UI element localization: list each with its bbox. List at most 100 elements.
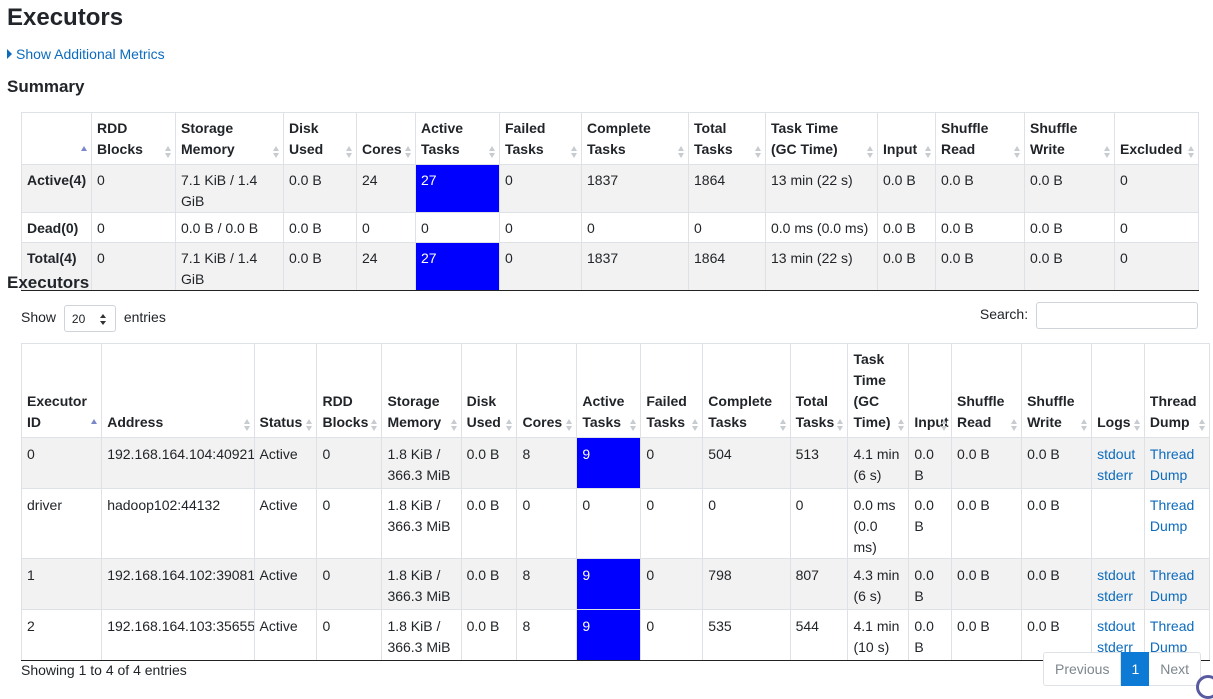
sort-icon	[1133, 419, 1141, 431]
executor-cell-storage-memory: 1.8 KiB / 366.3 MiB	[381, 558, 462, 610]
summary-cell-shuffle-write: 0.0 B	[1024, 242, 1115, 291]
assistant-icon[interactable]	[1196, 675, 1213, 699]
summary-cell-complete-tasks: 1837	[581, 164, 689, 213]
summary-header-task-time-gc-time[interactable]: Task Time (GC Time)	[765, 112, 878, 165]
executors-header-status[interactable]: Status	[253, 343, 318, 438]
executor-cell-total-tasks: 544	[789, 609, 849, 661]
executors-header-address[interactable]: Address	[101, 343, 255, 438]
summary-header-input[interactable]: Input	[877, 112, 936, 165]
sort-icon	[1199, 419, 1206, 431]
entries-label: entries	[123, 309, 166, 326]
summary-header-label: Disk Used	[289, 120, 324, 157]
executors-header-task-time-gc-time[interactable]: Task Time (GC Time)	[847, 343, 910, 438]
sort-icon	[898, 419, 905, 431]
page-title: Executors	[7, 4, 124, 31]
search-input[interactable]	[1036, 302, 1198, 329]
executor-cell-id: 2	[20, 609, 103, 661]
executors-header-total-tasks[interactable]: Total Tasks	[789, 343, 849, 438]
executor-cell-task-time: 4.1 min (6 s)	[847, 437, 910, 489]
summary-header-shuffle-read[interactable]: Shuffle Read	[935, 112, 1025, 165]
summary-cell-task-time-gc-time: 13 min (22 s)	[765, 242, 878, 291]
executors-header-thread-dump[interactable]: Thread Dump	[1143, 343, 1211, 438]
thread-dump-link[interactable]: Thread Dump	[1150, 567, 1194, 604]
executors-header-rdd-blocks[interactable]: RDD Blocks	[316, 343, 383, 438]
thread-dump-link[interactable]: Thread Dump	[1150, 446, 1194, 483]
executor-cell-input: 0.0 B	[908, 488, 953, 559]
page-size-select[interactable]: 20	[63, 305, 116, 332]
executors-header-executor-id[interactable]: Executor ID	[20, 343, 103, 438]
stdout-link[interactable]: stdout	[1097, 567, 1135, 583]
executors-header-label: Storage Memory	[387, 393, 442, 430]
summary-header-active-tasks[interactable]: Active Tasks	[415, 112, 500, 165]
stderr-link[interactable]: stderr	[1097, 588, 1133, 604]
executor-cell-rdd-blocks: 0	[316, 609, 383, 661]
executors-title: Executors	[7, 273, 90, 292]
executors-table: Executor ID Address Status RDD Blocks Storag…	[20, 343, 1211, 661]
sort-icon	[1104, 146, 1111, 158]
executor-cell-input: 0.0 B	[908, 437, 953, 489]
executors-header-label: Disk Used	[466, 393, 501, 430]
executors-header-disk-used[interactable]: Disk Used	[460, 343, 518, 438]
executors-header-input[interactable]: Input	[908, 343, 953, 438]
summary-header-disk-used[interactable]: Disk Used	[283, 112, 357, 165]
sort-icon	[273, 146, 280, 158]
summary-cell-input: 0.0 B	[877, 242, 936, 291]
page-1-button[interactable]: 1	[1121, 652, 1150, 686]
sort-icon	[450, 419, 458, 431]
stdout-link[interactable]: stdout	[1097, 618, 1135, 634]
executors-header-complete-tasks[interactable]: Complete Tasks	[702, 343, 791, 438]
executor-cell-active-tasks: 9	[576, 558, 642, 610]
summary-title: Summary	[7, 77, 85, 96]
executor-cell-complete-tasks: 504	[702, 437, 791, 489]
summary-cell-shuffle-read: 0.0 B	[935, 212, 1025, 243]
summary-header-total-tasks[interactable]: Total Tasks	[688, 112, 766, 165]
executors-header-active-tasks[interactable]: Active Tasks	[576, 343, 642, 438]
executors-header-label: Shuffle Read	[957, 393, 1005, 430]
previous-page-button[interactable]: Previous	[1043, 652, 1122, 686]
executor-cell-active-tasks: 9	[576, 609, 642, 661]
thread-dump-link[interactable]: Thread Dump	[1150, 497, 1194, 534]
executors-header-logs[interactable]: Logs	[1091, 343, 1145, 438]
next-page-button[interactable]: Next	[1149, 652, 1202, 686]
summary-header-excluded[interactable]: Excluded	[1114, 112, 1199, 165]
summary-header-shuffle-write[interactable]: Shuffle Write	[1024, 112, 1115, 165]
summary-header-rdd-blocks[interactable]: RDD Blocks	[91, 112, 176, 165]
summary-cell-cores: 0	[356, 212, 416, 243]
sort-icon	[306, 419, 313, 431]
stderr-link[interactable]: stderr	[1097, 467, 1133, 483]
executors-header-label: Address	[107, 414, 164, 430]
summary-header-storage-memory[interactable]: Storage Memory	[175, 112, 284, 165]
executor-cell-shuffle-write: 0.0 B	[1021, 558, 1093, 610]
executors-header-storage-memory[interactable]: Storage Memory	[381, 343, 462, 438]
executor-cell-id: driver	[20, 488, 103, 559]
sort-asc-icon	[81, 146, 88, 158]
executors-header-shuffle-write[interactable]: Shuffle Write	[1021, 343, 1093, 438]
executor-cell-task-time: 0.0 ms (0.0 ms)	[847, 488, 910, 559]
summary-header-label: Complete Tasks	[587, 120, 651, 157]
executor-cell-address: 192.168.164.102:39081	[101, 558, 255, 610]
stdout-link[interactable]: stdout	[1097, 446, 1135, 462]
executors-header-failed-tasks[interactable]: Failed Tasks	[640, 343, 704, 438]
summary-cell-total-tasks: 1864	[688, 164, 766, 213]
summary-header-label: Failed Tasks	[505, 120, 546, 157]
summary-cell-excluded: 0	[1114, 212, 1199, 243]
show-label: Show	[21, 309, 57, 326]
summary-header-label: RDD Blocks	[97, 120, 143, 157]
show-additional-metrics-link[interactable]: Show Additional Metrics	[7, 46, 165, 62]
summary-header-failed-tasks[interactable]: Failed Tasks	[499, 112, 582, 165]
executors-header-shuffle-read[interactable]: Shuffle Read	[951, 343, 1023, 438]
executors-header-label: Task Time (GC Time)	[853, 351, 891, 430]
executor-cell-total-tasks: 513	[789, 437, 849, 489]
summary-header-label[interactable]	[21, 112, 92, 165]
executor-cell-cores: 0	[516, 488, 578, 559]
summary-header-cores[interactable]: Cores	[356, 112, 416, 165]
executors-header-label: Executor ID	[27, 393, 87, 430]
executors-header-label: Logs	[1097, 414, 1131, 430]
executor-cell-logs: stdout stderr	[1091, 558, 1145, 610]
executors-header-cores[interactable]: Cores	[516, 343, 578, 438]
summary-cell-shuffle-write: 0.0 B	[1024, 164, 1115, 213]
executor-row: driver hadoop102:44132 Active 0 1.8 KiB / 36…	[20, 488, 1211, 559]
summary-cell-rdd-blocks: 0	[91, 164, 176, 213]
summary-header-complete-tasks[interactable]: Complete Tasks	[581, 112, 689, 165]
thread-dump-link[interactable]: Thread Dump	[1150, 618, 1194, 655]
